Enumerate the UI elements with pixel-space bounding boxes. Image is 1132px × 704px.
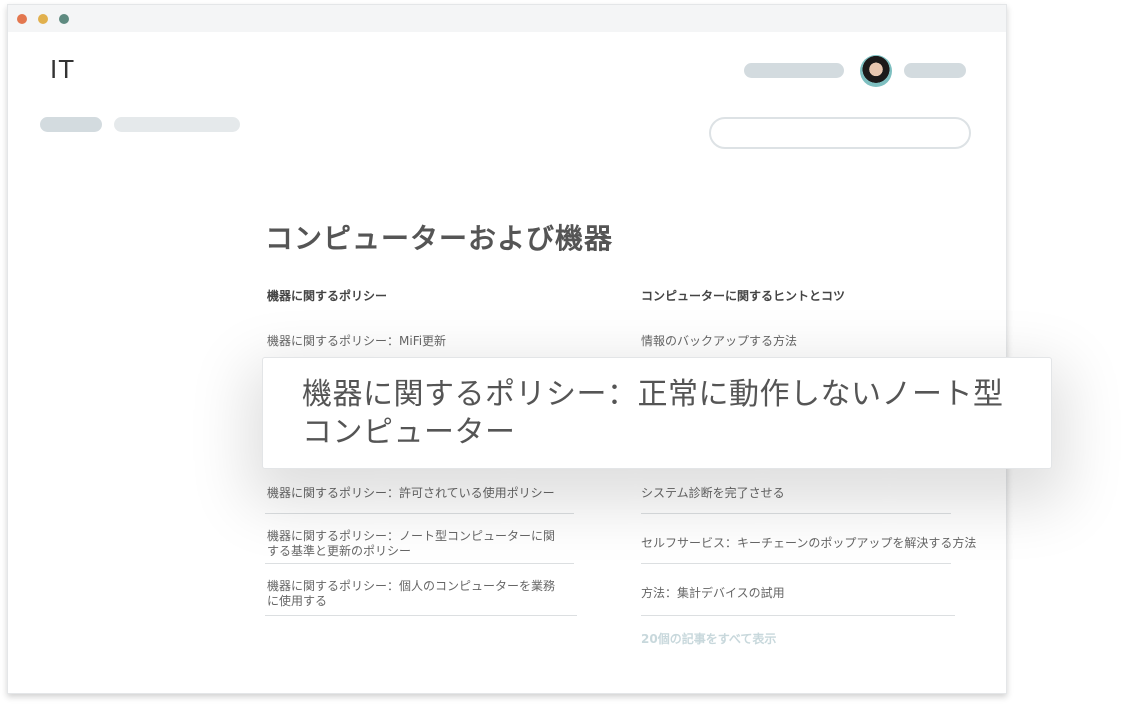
user-name-placeholder[interactable] [904,63,966,78]
article-link[interactable]: 機器に関するポリシー：個人のコンピューターを業務に使用する [267,579,557,609]
highlighted-article-title: 機器に関するポリシー：正常に動作しないノート型コンピューター [302,377,1004,450]
article-link[interactable]: システム診断を完了させる [641,486,951,501]
divider [265,615,577,616]
page-title: コンピューターおよび機器 [265,222,614,255]
close-window-icon[interactable] [17,14,27,24]
user-avatar-icon[interactable] [860,55,892,87]
divider [265,513,574,514]
breadcrumb-placeholder-home[interactable] [40,117,102,132]
search-input[interactable] [709,117,971,149]
browser-window: IT コンピューターおよび機器 機器に関するポリシー 機器に関するポリシー：Mi… [7,4,1007,694]
window-titlebar [8,5,1006,32]
article-link[interactable]: 機器に関するポリシー：許可されている使用ポリシー [267,486,567,501]
column-heading-tips: コンピューターに関するヒントとコツ [641,289,846,303]
divider [641,513,951,514]
minimize-window-icon[interactable] [38,14,48,24]
divider [265,563,574,564]
article-link[interactable]: 方法：集計デバイスの試用 [641,586,951,601]
breadcrumb-placeholder-section[interactable] [114,117,240,132]
app-title[interactable]: IT [50,54,75,85]
maximize-window-icon[interactable] [59,14,69,24]
view-all-articles-link[interactable]: 20個の記事をすべて表示 [641,630,776,647]
article-link[interactable]: 機器に関するポリシー：ノート型コンピューターに関する基準と更新のポリシー [267,529,557,559]
article-link[interactable]: セルフサービス：キーチェーンのポップアップを解決する方法 [641,536,976,551]
article-link[interactable]: 機器に関するポリシー：MiFi更新 [267,334,567,349]
divider [641,563,951,564]
header-nav-placeholder[interactable] [744,63,844,78]
highlighted-article-card[interactable]: 機器に関するポリシー：正常に動作しないノート型コンピューター [262,357,1052,469]
article-link[interactable]: 情報のバックアップする方法 [641,334,951,349]
column-heading-device-policy: 機器に関するポリシー [267,289,388,303]
divider [641,615,955,616]
